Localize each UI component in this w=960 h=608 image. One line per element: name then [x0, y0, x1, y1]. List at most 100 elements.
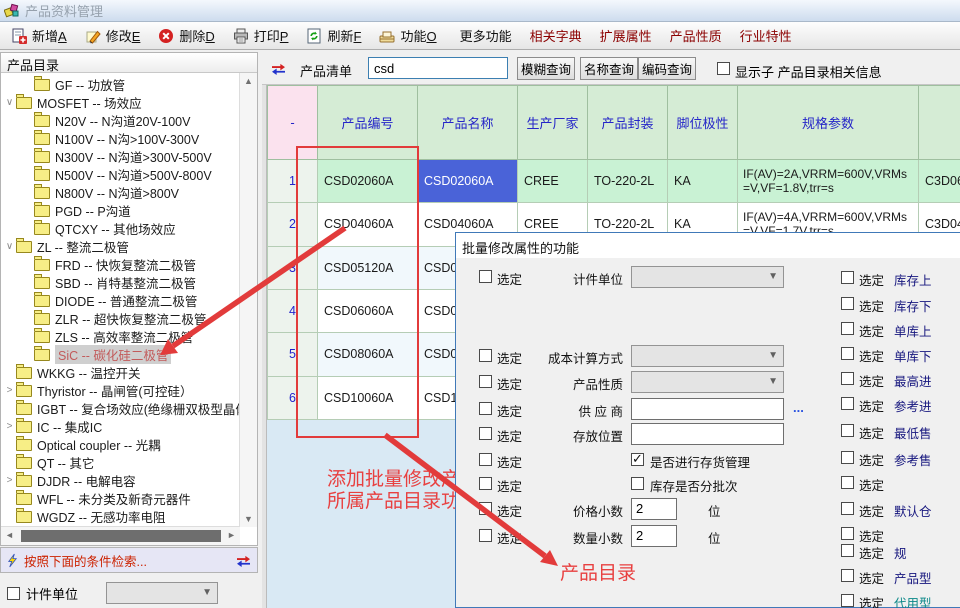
select-checkbox[interactable] — [841, 424, 854, 437]
more-button[interactable]: ... — [793, 400, 804, 415]
select-checkbox[interactable] — [479, 529, 492, 542]
select-checkbox[interactable] — [841, 569, 854, 582]
toolbar-button-2[interactable]: 修改E — [76, 23, 150, 48]
table-header-cell[interactable]: 产品名称 — [418, 85, 518, 160]
select-checkbox[interactable] — [479, 402, 492, 415]
tree-item[interactable]: WFL -- 未分类及新奇元器件 — [3, 489, 191, 507]
tree-item[interactable]: ∨MOSFET -- 场效应 — [3, 93, 142, 111]
tree-item[interactable]: ∨ZL -- 整流二极管 — [3, 237, 129, 255]
query-button-1[interactable]: 模糊查询 — [517, 57, 575, 80]
select-checkbox[interactable] — [841, 297, 854, 310]
tree-item[interactable]: ZLS -- 高效率整流二极管 — [21, 327, 193, 345]
show-subcatalog-checkbox[interactable] — [717, 62, 730, 75]
scrollbar-thumb[interactable] — [21, 530, 221, 542]
unit-filter-combobox[interactable]: ▼ — [106, 582, 218, 604]
table-header-cell[interactable]: 脚位极性 — [668, 85, 738, 160]
toolbar-link-4[interactable]: 行业特性 — [740, 26, 792, 45]
swap-icon[interactable] — [235, 554, 252, 567]
toolbar-link-2[interactable]: 扩展属性 — [600, 26, 652, 45]
table-cell[interactable]: CSD02060A — [418, 160, 518, 203]
tree-item[interactable]: WKKG -- 温控开关 — [3, 363, 140, 381]
expander-closed-icon[interactable]: > — [3, 385, 16, 396]
row-number-cell[interactable]: 2 — [267, 203, 318, 246]
query-button-3[interactable]: 编码查询 — [638, 57, 696, 80]
toolbar-button-1[interactable]: 新增A — [2, 23, 76, 48]
table-header-cell[interactable]: 产品编号 — [318, 85, 418, 160]
select-checkbox[interactable] — [841, 594, 854, 607]
table-cell[interactable]: CSD08060A — [318, 333, 418, 376]
tree-vertical-scrollbar[interactable]: ▲ ▼ — [239, 73, 257, 527]
field-combobox[interactable]: ▼ — [631, 345, 784, 367]
select-checkbox[interactable] — [479, 502, 492, 515]
select-checkbox[interactable] — [479, 453, 492, 466]
row-number-cell[interactable]: 1 — [267, 160, 318, 203]
row-number-cell[interactable]: 6 — [267, 377, 318, 420]
toolbar-button-5[interactable]: 刷新F — [297, 23, 370, 48]
table-cell[interactable]: C3D06 — [919, 160, 960, 203]
select-checkbox[interactable] — [479, 477, 492, 490]
expander-open-icon[interactable]: ∨ — [3, 97, 16, 108]
tree-item[interactable]: IGBT -- 复合场效应(绝缘栅双极型晶体管 — [3, 399, 240, 417]
select-checkbox[interactable] — [841, 271, 854, 284]
expander-closed-icon[interactable]: > — [3, 421, 16, 432]
tree-item[interactable]: ZLR -- 超快恢复整流二极管 — [21, 309, 206, 327]
table-cell[interactable]: CSD05120A — [318, 247, 418, 290]
table-cell[interactable]: KA — [668, 160, 738, 203]
tree-item[interactable]: PGD -- P沟道 — [21, 201, 131, 219]
tree-item[interactable]: N100V -- N沟>100V-300V — [21, 129, 199, 147]
table-cell[interactable]: CREE — [518, 160, 588, 203]
toolbar-link-3[interactable]: 产品性质 — [670, 26, 722, 45]
tree-item[interactable]: N500V -- N沟道>500V-800V — [21, 165, 212, 183]
table-cell[interactable]: TO-220-2L — [588, 160, 668, 203]
field-combobox[interactable]: ▼ — [631, 371, 784, 393]
tree-item[interactable]: WGDZ -- 无感功率电阻 — [3, 507, 165, 525]
tree-horizontal-scrollbar[interactable]: ◄ ► — [1, 526, 240, 545]
scroll-up-icon[interactable]: ▲ — [240, 73, 257, 89]
field-combobox[interactable]: ▼ — [631, 266, 784, 288]
field-checkbox[interactable] — [631, 477, 644, 490]
table-cell[interactable]: CSD02060A — [318, 160, 418, 203]
select-checkbox[interactable] — [841, 544, 854, 557]
expander-closed-icon[interactable]: > — [3, 475, 16, 486]
table-cell[interactable]: IF(AV)=2A,VRRM=600V,VRMs=V,VF=1.8V,trr=s — [738, 160, 919, 203]
table-cell[interactable]: CSD10060A — [318, 377, 418, 420]
select-checkbox[interactable] — [479, 375, 492, 388]
select-checkbox[interactable] — [841, 372, 854, 385]
search-input[interactable] — [368, 57, 508, 79]
swap-icon[interactable] — [270, 62, 287, 80]
tree-item[interactable]: QTCXY -- 其他场效应 — [21, 219, 176, 237]
toolbar-button-3[interactable]: 删除D — [149, 23, 223, 48]
select-checkbox[interactable] — [479, 270, 492, 283]
select-checkbox[interactable] — [841, 527, 854, 540]
tree-item[interactable]: FRD -- 快恢复整流二极管 — [21, 255, 196, 273]
select-checkbox[interactable] — [841, 451, 854, 464]
tree-item[interactable]: >IC -- 集成IC — [3, 417, 102, 435]
tree-item[interactable]: DIODE -- 普通整流二极管 — [21, 291, 197, 309]
tree-item[interactable]: N800V -- N沟道>800V — [21, 183, 179, 201]
table-header-cell[interactable]: 生产厂家 — [518, 85, 588, 160]
toolbar-button-7[interactable]: 更多功能 — [446, 23, 521, 48]
query-button-2[interactable]: 名称查询 — [580, 57, 638, 80]
toolbar-button-6[interactable]: 功能O — [370, 23, 445, 48]
tree-item[interactable]: >DJDR -- 电解电容 — [3, 471, 136, 489]
scroll-right-icon[interactable]: ► — [223, 527, 240, 543]
scroll-left-icon[interactable]: ◄ — [1, 527, 18, 543]
table-header-cell[interactable]: 产品封装 — [588, 85, 668, 160]
row-number-cell[interactable]: 4 — [267, 290, 318, 333]
condition-search-label[interactable]: 按照下面的条件检索... — [24, 551, 235, 570]
field-input[interactable] — [631, 423, 784, 445]
table-cell[interactable]: CSD06060A — [318, 290, 418, 333]
tree-item[interactable]: GF -- 功放管 — [21, 75, 125, 93]
row-number-cell[interactable]: 3 — [267, 247, 318, 290]
tree-item[interactable]: N20V -- N沟道20V-100V — [21, 111, 190, 129]
tree-item[interactable]: >Thyristor -- 晶闸管(可控硅） — [3, 381, 193, 399]
field-number-input[interactable]: 2 — [631, 525, 677, 547]
row-number-cell[interactable]: 5 — [267, 333, 318, 376]
toolbar-button-4[interactable]: 打印P — [224, 23, 298, 48]
select-checkbox[interactable] — [841, 502, 854, 515]
field-checkbox[interactable] — [631, 453, 644, 466]
unit-filter-checkbox[interactable] — [7, 587, 20, 600]
field-input[interactable] — [631, 398, 784, 420]
select-checkbox[interactable] — [841, 322, 854, 335]
table-header-cell[interactable]: 规格参数 — [738, 85, 919, 160]
